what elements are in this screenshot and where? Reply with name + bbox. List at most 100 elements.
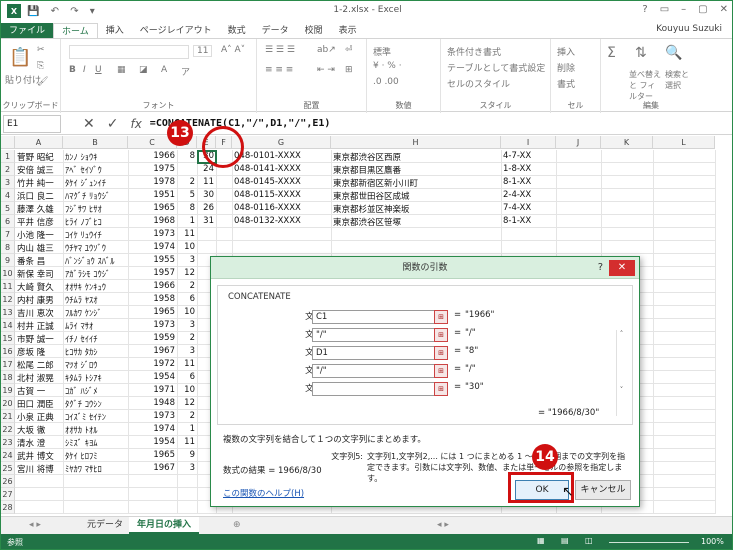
- cell-c[interactable]: 1966: [130, 151, 175, 161]
- ribbon-display-icon[interactable]: ▭: [660, 4, 669, 15]
- cell-d[interactable]: 2: [179, 333, 195, 343]
- cell-c[interactable]: 1973: [130, 320, 175, 330]
- cell-c[interactable]: 1973: [130, 229, 175, 239]
- paste-icon[interactable]: 📋: [9, 47, 31, 68]
- cell-c[interactable]: 1972: [130, 359, 175, 369]
- close-icon[interactable]: ✕: [720, 4, 728, 15]
- cell-d[interactable]: 1: [179, 216, 195, 226]
- italic-icon[interactable]: I: [83, 65, 86, 75]
- ribbon-tab[interactable]: 挿入: [98, 23, 132, 39]
- enter-formula-icon[interactable]: ✓: [107, 116, 119, 132]
- cell-a[interactable]: 番条 昌: [17, 255, 61, 267]
- cell-d[interactable]: 5: [179, 190, 195, 200]
- zoom-slider[interactable]: [609, 542, 689, 543]
- row-header[interactable]: 15: [1, 332, 15, 345]
- cell-a[interactable]: 古賀 一: [17, 385, 61, 397]
- row-header[interactable]: 21: [1, 410, 15, 423]
- cell-b[interactable]: ﾌｼﾞｻﾜ ﾋｻｵ: [65, 203, 126, 215]
- cell-i[interactable]: 4-7-XX: [503, 151, 554, 161]
- autosum-icon[interactable]: Σ: [607, 45, 616, 61]
- cut-icon[interactable]: ✂: [37, 45, 45, 55]
- cell-a[interactable]: 清水 澄: [17, 437, 61, 449]
- sheet-tab-active[interactable]: 年月日の挿入: [129, 517, 200, 534]
- ribbon-tab[interactable]: データ: [254, 23, 297, 39]
- cell-a[interactable]: 浜口 良二: [17, 190, 61, 202]
- name-box[interactable]: E1: [3, 114, 61, 133]
- cell-a[interactable]: 竹井 純一: [17, 177, 61, 189]
- find-icon[interactable]: 🔍: [665, 45, 682, 61]
- row-header[interactable]: 16: [1, 345, 15, 358]
- collapse-dialog-icon[interactable]: ⊞: [434, 328, 448, 342]
- fill-color-icon[interactable]: ◪: [139, 65, 148, 75]
- cell-c[interactable]: 1967: [130, 346, 175, 356]
- cell-c[interactable]: 1954: [130, 437, 175, 447]
- cell-g[interactable]: 048-0145-XXXX: [234, 177, 329, 187]
- paste-button[interactable]: 貼り付け: [5, 73, 41, 86]
- cell-b[interactable]: ｳﾁﾔﾏ ﾕｳｿﾞｳ: [65, 242, 126, 254]
- cell-b[interactable]: ﾋｺｻｶ ﾀｶｼ: [65, 346, 126, 358]
- horizontal-scrollbar[interactable]: ◂ ▸: [429, 517, 457, 534]
- bold-icon[interactable]: B: [69, 65, 76, 75]
- sort-icon[interactable]: ⇅: [635, 45, 647, 61]
- cell-h[interactable]: 東京都渋谷区西原: [333, 151, 499, 163]
- sheet-nav-icon[interactable]: ◂ ▸: [21, 517, 49, 534]
- cell-a[interactable]: 松尾 二郎: [17, 359, 61, 371]
- cell-b[interactable]: ｲﾁﾉ ｾｲｲﾁ: [65, 333, 126, 345]
- cell-d[interactable]: 11: [179, 229, 195, 239]
- window-controls[interactable]: ? ▭ – ▢ ✕: [642, 4, 728, 15]
- cell-b[interactable]: ﾀｹｲ ﾋﾛﾌﾐ: [65, 450, 126, 462]
- cell-b[interactable]: ｶﾝﾉ ｼｮｳｷ: [65, 151, 126, 163]
- row-header[interactable]: 27: [1, 488, 15, 501]
- dialog-title-bar[interactable]: 関数の引数 ? ✕: [211, 257, 639, 279]
- cell-c[interactable]: 1951: [130, 190, 175, 200]
- cell-e[interactable]: 26: [199, 203, 214, 213]
- wrap-text-icon[interactable]: ⏎: [345, 45, 353, 55]
- orientation-icon[interactable]: ab↗: [317, 45, 336, 55]
- row-header[interactable]: 18: [1, 371, 15, 384]
- cell-b[interactable]: ｺｲｹ ﾘｭｳｲﾁ: [65, 229, 126, 241]
- cell-b[interactable]: ｳﾁﾑﾗ ﾔｽｵ: [65, 294, 126, 306]
- cell-a[interactable]: 新保 幸司: [17, 268, 61, 280]
- phonetic-icon[interactable]: ア: [181, 65, 190, 78]
- ribbon-tab[interactable]: ファイル: [1, 23, 54, 39]
- cell-b[interactable]: ﾊﾞﾝｼﾞｮｳ ｽﾊﾞﾙ: [65, 255, 126, 267]
- format-cells-button[interactable]: 書式: [557, 77, 575, 90]
- cell-d[interactable]: 8: [179, 203, 195, 213]
- cell-d[interactable]: 12: [179, 268, 195, 278]
- view-normal-icon[interactable]: ▦: [537, 536, 545, 545]
- cell-b[interactable]: ｵｵｻｷ ｹﾝｷｭｳ: [65, 281, 126, 293]
- cell-a[interactable]: 武井 博文: [17, 450, 61, 462]
- row-header[interactable]: 28: [1, 501, 15, 514]
- cell-b[interactable]: ﾀｹｲ ｼﾞｭﾝｲﾁ: [65, 177, 126, 189]
- cell-g[interactable]: 048-0115-XXXX: [234, 190, 329, 200]
- cell-d[interactable]: 12: [179, 398, 195, 408]
- cell-c[interactable]: 1958: [130, 294, 175, 304]
- column-header[interactable]: K: [601, 136, 653, 149]
- cell-i[interactable]: 7-4-XX: [503, 203, 554, 213]
- cell-c[interactable]: 1967: [130, 463, 175, 473]
- cell-a[interactable]: 菅野 昭紀: [17, 151, 61, 163]
- argument-input[interactable]: "/": [312, 364, 442, 378]
- cell-a[interactable]: 吉川 恵次: [17, 307, 61, 319]
- quick-access-toolbar[interactable]: 💾 ↶ ↷ ▾: [27, 6, 99, 17]
- cell-a[interactable]: 平井 信彦: [17, 216, 61, 228]
- ribbon-tab[interactable]: ページレイアウト: [132, 23, 220, 39]
- cell-c[interactable]: 1966: [130, 281, 175, 291]
- dialog-help-icon[interactable]: ?: [598, 257, 603, 279]
- row-header[interactable]: 22: [1, 423, 15, 436]
- collapse-dialog-icon[interactable]: ⊞: [434, 346, 448, 360]
- cell-e[interactable]: 30: [199, 190, 214, 200]
- row-header[interactable]: 24: [1, 449, 15, 462]
- cell-i[interactable]: 8-1-XX: [503, 216, 554, 226]
- cell-b[interactable]: ｼﾐｽﾞ ｷﾖﾑ: [65, 437, 126, 449]
- cell-d[interactable]: 10: [179, 242, 195, 252]
- column-header[interactable]: G: [232, 136, 331, 149]
- cell-c[interactable]: 1957: [130, 268, 175, 278]
- cell-a[interactable]: 彦坂 隆: [17, 346, 61, 358]
- row-header[interactable]: 20: [1, 397, 15, 410]
- cell-i[interactable]: 8-1-XX: [503, 177, 554, 187]
- cell-b[interactable]: ﾀｸﾞﾁ ｺｳｼﾝ: [65, 398, 126, 410]
- row-header[interactable]: 14: [1, 319, 15, 332]
- cell-d[interactable]: 6: [179, 372, 195, 382]
- cell-c[interactable]: 1954: [130, 372, 175, 382]
